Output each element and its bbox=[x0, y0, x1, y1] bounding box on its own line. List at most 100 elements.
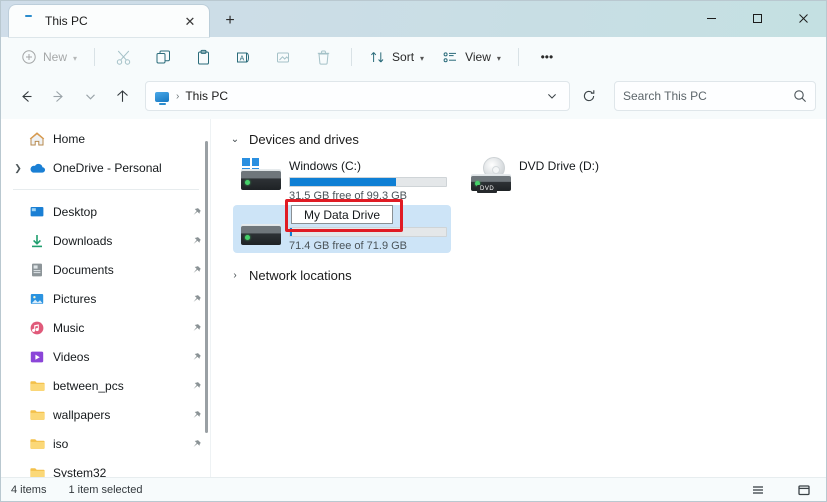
view-button[interactable]: View ▾ bbox=[434, 42, 509, 72]
close-button[interactable] bbox=[780, 1, 826, 35]
up-button[interactable] bbox=[107, 82, 137, 110]
tab-strip: This PC ✕ + bbox=[1, 1, 245, 37]
sidebar-item-system32[interactable]: System32 bbox=[5, 459, 205, 477]
folder-icon bbox=[27, 436, 47, 452]
desktop-icon bbox=[27, 204, 47, 220]
drive-tile-dvd-d[interactable]: DVD DVD Drive (D:) bbox=[463, 155, 681, 203]
drive-capacity-fill bbox=[290, 228, 292, 236]
minimize-button[interactable] bbox=[688, 1, 734, 35]
drive-tile-my-data-drive[interactable]: My Data Drive 71.4 GB free of 71.9 GB bbox=[233, 199, 451, 253]
new-button[interactable]: New ▾ bbox=[13, 42, 85, 72]
command-toolbar: New ▾ A Sort ▾ View ▾ ••• bbox=[1, 37, 826, 77]
tab-this-pc[interactable]: This PC ✕ bbox=[9, 5, 209, 37]
windows-drive-icon bbox=[239, 158, 287, 200]
tab-label: This PC bbox=[45, 14, 88, 28]
toolbar-divider-2 bbox=[351, 48, 353, 66]
video-icon bbox=[27, 349, 47, 365]
copy-button[interactable] bbox=[144, 42, 182, 72]
more-options-button[interactable]: ••• bbox=[528, 42, 566, 72]
pin-icon[interactable] bbox=[187, 207, 205, 218]
sidebar-item-downloads[interactable]: Downloads bbox=[5, 227, 205, 255]
dvd-drive-icon: DVD bbox=[469, 157, 517, 200]
back-button[interactable] bbox=[11, 82, 41, 110]
folder-icon bbox=[27, 378, 47, 394]
cut-button[interactable] bbox=[104, 42, 142, 72]
monitor-icon bbox=[154, 88, 170, 105]
pin-icon[interactable] bbox=[187, 410, 205, 421]
sidebar-divider bbox=[13, 189, 199, 190]
recent-locations-button[interactable] bbox=[75, 82, 105, 110]
sidebar-item-pictures[interactable]: Pictures bbox=[5, 285, 205, 313]
navigation-pane: Home ❯ OneDrive - Personal Desktop Downl… bbox=[1, 119, 211, 477]
new-tab-icon[interactable]: + bbox=[215, 7, 245, 35]
pin-icon[interactable] bbox=[187, 381, 205, 392]
refresh-button[interactable] bbox=[574, 82, 604, 110]
close-tab-icon[interactable]: ✕ bbox=[179, 10, 201, 32]
drive-capacity-fill bbox=[290, 178, 397, 186]
tiles-view-icon[interactable] bbox=[792, 480, 816, 500]
search-box[interactable] bbox=[614, 81, 816, 111]
sidebar-item-between-pcs[interactable]: between_pcs bbox=[5, 372, 205, 400]
search-icon[interactable] bbox=[793, 89, 807, 103]
list-view-icon[interactable] bbox=[746, 480, 770, 500]
sidebar-item-label: Pictures bbox=[53, 292, 97, 306]
music-icon bbox=[27, 320, 47, 336]
drive-name: DVD Drive (D:) bbox=[519, 159, 599, 173]
new-button-label: New bbox=[43, 50, 68, 64]
address-bar[interactable]: › This PC bbox=[145, 81, 570, 111]
file-explorer-window: This PC ✕ + New ▾ A Sort ▾ View ▾ ••• › … bbox=[0, 0, 827, 502]
sidebar-item-videos[interactable]: Videos bbox=[5, 343, 205, 371]
chevron-down-icon[interactable]: ⌄ bbox=[229, 134, 241, 145]
sidebar-item-label: Music bbox=[53, 321, 85, 335]
sidebar-item-desktop[interactable]: Desktop bbox=[5, 198, 205, 226]
file-list-pane[interactable]: ⌄ Devices and drives Windows (C:) 31.5 G… bbox=[211, 119, 826, 477]
sort-button[interactable]: Sort ▾ bbox=[361, 42, 432, 72]
toolbar-divider-3 bbox=[517, 48, 519, 66]
chevron-right-icon[interactable]: › bbox=[229, 270, 241, 281]
maximize-button[interactable] bbox=[734, 1, 780, 35]
hard-drive-icon bbox=[239, 208, 287, 250]
delete-button[interactable] bbox=[304, 42, 342, 72]
group-header-network-locations[interactable]: › Network locations bbox=[225, 263, 826, 287]
sidebar-scrollbar[interactable] bbox=[205, 141, 208, 433]
pin-icon[interactable] bbox=[187, 439, 205, 450]
drive-name: Windows (C:) bbox=[289, 159, 362, 173]
sidebar-item-iso[interactable]: iso bbox=[5, 430, 205, 458]
drive-tile-windows-c[interactable]: Windows (C:) 31.5 GB free of 99.3 GB bbox=[233, 155, 451, 203]
sidebar-item-music[interactable]: Music bbox=[5, 314, 205, 342]
chevron-right-icon[interactable]: ❯ bbox=[9, 163, 27, 174]
window-body: Home ❯ OneDrive - Personal Desktop Downl… bbox=[1, 119, 826, 477]
pin-icon[interactable] bbox=[187, 352, 205, 363]
breadcrumb-this-pc[interactable]: This PC bbox=[185, 89, 228, 103]
sidebar-item-documents[interactable]: Documents bbox=[5, 256, 205, 284]
sidebar-item-onedrive[interactable]: ❯ OneDrive - Personal bbox=[5, 154, 205, 182]
sidebar-item-label: between_pcs bbox=[53, 379, 124, 393]
sidebar-item-label: iso bbox=[53, 437, 69, 451]
sidebar-item-label: System32 bbox=[53, 466, 107, 477]
sidebar-item-home[interactable]: Home bbox=[5, 125, 205, 153]
picture-icon bbox=[27, 291, 47, 307]
folder-icon bbox=[27, 407, 47, 423]
cloud-icon bbox=[27, 160, 47, 176]
rename-editor-wrapper bbox=[285, 199, 403, 232]
home-icon bbox=[27, 131, 47, 147]
pin-icon[interactable] bbox=[187, 294, 205, 305]
paste-button[interactable] bbox=[184, 42, 222, 72]
rename-button[interactable]: A bbox=[224, 42, 262, 72]
group-header-devices-and-drives[interactable]: ⌄ Devices and drives bbox=[225, 127, 826, 151]
title-bar: This PC ✕ + bbox=[1, 1, 826, 37]
rename-textbox[interactable] bbox=[291, 205, 393, 224]
address-dropdown-icon[interactable] bbox=[539, 83, 565, 109]
search-input[interactable] bbox=[623, 89, 793, 103]
forward-button[interactable] bbox=[43, 82, 73, 110]
sidebar-item-wallpapers[interactable]: wallpapers bbox=[5, 401, 205, 429]
toolbar-divider bbox=[94, 48, 96, 66]
sidebar-item-label: Videos bbox=[53, 350, 90, 364]
share-button[interactable] bbox=[264, 42, 302, 72]
view-button-label: View bbox=[465, 50, 491, 64]
rename-input[interactable] bbox=[292, 207, 392, 222]
pin-icon[interactable] bbox=[187, 236, 205, 247]
drive-capacity-bar bbox=[289, 227, 447, 237]
pin-icon[interactable] bbox=[187, 265, 205, 276]
pin-icon[interactable] bbox=[187, 323, 205, 334]
